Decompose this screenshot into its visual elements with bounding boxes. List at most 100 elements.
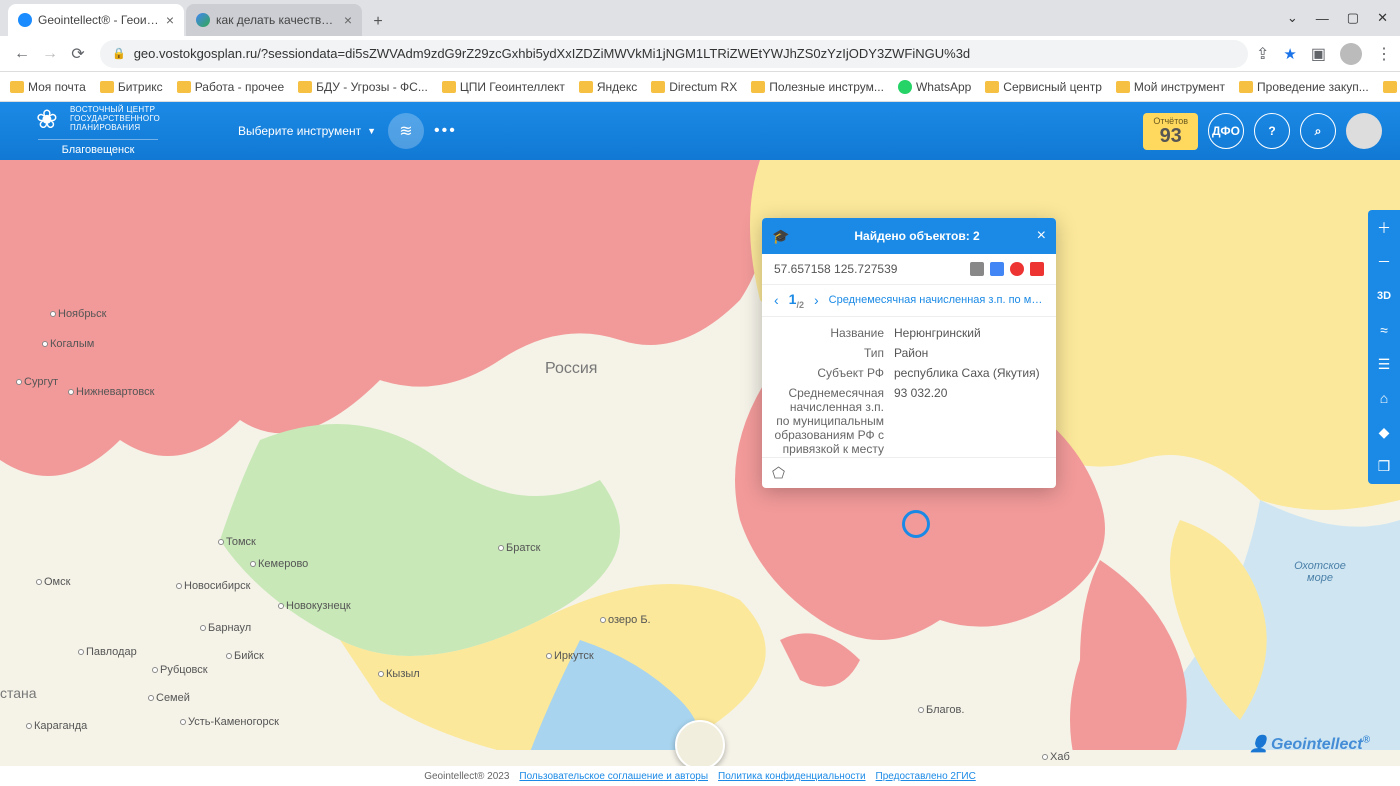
popup-coords: 57.657158 125.727539	[762, 254, 1056, 285]
tab-label: как делать качественные сним	[216, 13, 338, 27]
more-menu[interactable]: •••	[434, 122, 457, 140]
bookmark-item[interactable]: Directum RX	[651, 80, 737, 94]
bookmark-item[interactable]: Проведение закуп...	[1239, 80, 1369, 94]
ruler-icon[interactable]: ≈	[1372, 320, 1396, 340]
window-controls: ⌄ — ▢ ✕	[1275, 0, 1400, 36]
map-marker[interactable]	[902, 510, 930, 538]
bookmark-star-icon[interactable]: ★	[1283, 45, 1296, 63]
folder-icon	[751, 81, 765, 93]
reports-badge[interactable]: Отчётов 93	[1143, 113, 1198, 150]
dfo-button[interactable]: ДФО	[1208, 113, 1244, 149]
folder-icon	[298, 81, 312, 93]
browser-tab[interactable]: как делать качественные сним ×	[186, 4, 362, 36]
forward-button[interactable]: →	[36, 40, 64, 68]
folder-icon	[1239, 81, 1253, 93]
url-text: geo.vostokgosplan.ru/?sessiondata=di5sZW…	[134, 46, 970, 61]
popup-footer: ⬠	[762, 457, 1056, 488]
layers-icon[interactable]: ☰	[1372, 354, 1396, 374]
chart-icon[interactable]: ⌂	[1372, 388, 1396, 408]
chevron-down-icon: ▼	[367, 126, 376, 136]
popup-header: 🎓 Найдено объектов: 2 ×	[762, 218, 1056, 254]
folder-icon	[651, 81, 665, 93]
help-button[interactable]: ?	[1254, 113, 1290, 149]
footer-link[interactable]: Политика конфиденциальности	[718, 771, 866, 782]
basemap-switcher[interactable]	[675, 720, 725, 770]
prev-button[interactable]: ‹	[774, 292, 779, 308]
city-label: Благовещенск	[38, 139, 158, 156]
bookmark-item[interactable]: Битрикс	[100, 80, 163, 94]
footer-link[interactable]: Пользовательское соглашение и авторы	[519, 771, 708, 782]
yandex-maps-icon[interactable]	[1010, 262, 1024, 276]
reports-count: 93	[1153, 126, 1188, 146]
property-row: НазваниеНерюнгринский	[774, 323, 1052, 343]
reload-button[interactable]: ⟳	[64, 40, 92, 68]
copyright: Geointellect® 2023	[424, 771, 509, 782]
popup-pager: ‹ 1/2 › Среднемесячная начисленная з.п. …	[762, 285, 1056, 317]
layer-link[interactable]: Среднемесячная начисленная з.п. по мун.о…	[829, 294, 1044, 306]
layers-button[interactable]: ≋	[388, 113, 424, 149]
bookmark-item[interactable]: Моя почта	[10, 80, 86, 94]
bookmark-item[interactable]: Яндекс	[579, 80, 637, 94]
bookmark-item[interactable]: Грамотность	[1383, 80, 1400, 94]
popup-body[interactable]: НазваниеНерюнгринский ТипРайон Субъект Р…	[762, 317, 1056, 457]
tag-icon[interactable]: ◆	[1372, 422, 1396, 442]
user-avatar[interactable]	[1346, 113, 1382, 149]
stack-icon[interactable]: ❒	[1372, 456, 1396, 476]
browser-tab-active[interactable]: Geointellect® - Геоинформацио ×	[8, 4, 184, 36]
tab-close-icon[interactable]: ×	[344, 12, 352, 28]
brand-watermark: 👤Geointellect®	[1249, 734, 1370, 754]
map-side-tools: ＋ － 3D ≈ ☰ ⌂ ◆ ❒	[1368, 210, 1400, 484]
app-header: ВОСТОЧНЫЙ ЦЕНТР ГОСУДАРСТВЕННОГО ПЛАНИРО…	[0, 102, 1400, 160]
bookmark-item[interactable]: ЦПИ Геоинтеллект	[442, 80, 565, 94]
zoom-in-button[interactable]: ＋	[1372, 218, 1396, 238]
pin-icon[interactable]: ⬠	[772, 465, 785, 482]
maximize-icon[interactable]: ▢	[1347, 10, 1359, 26]
bookmarks-bar: Моя почта Битрикс Работа - прочее БДУ - …	[0, 72, 1400, 102]
bookmark-item[interactable]: Работа - прочее	[177, 80, 284, 94]
bookmark-item[interactable]: Полезные инструм...	[751, 80, 884, 94]
browser-tabbar: Geointellect® - Геоинформацио × как дела…	[0, 0, 1400, 36]
next-button[interactable]: ›	[814, 292, 819, 308]
search-button[interactable]: ⌕	[1300, 113, 1336, 149]
logo-icon	[36, 106, 62, 132]
folder-icon	[177, 81, 191, 93]
property-row: Среднемесячная начисленная з.п. по муниц…	[774, 383, 1052, 457]
google-maps-icon[interactable]	[990, 262, 1004, 276]
bookmark-item[interactable]: БДУ - Угрозы - ФС...	[298, 80, 428, 94]
share-icon[interactable]: ⇪	[1256, 44, 1269, 64]
new-tab-button[interactable]: +	[364, 8, 392, 36]
folder-icon	[10, 81, 24, 93]
property-row: ТипРайон	[774, 343, 1052, 363]
page-indicator: 1/2	[789, 291, 804, 310]
menu-icon[interactable]: ⋮	[1376, 44, 1392, 64]
profile-avatar[interactable]	[1340, 43, 1362, 65]
copy-icon[interactable]	[970, 262, 984, 276]
map-canvas[interactable]: Россия Монголия стана Охотское море Нояб…	[0, 160, 1400, 786]
3d-button[interactable]: 3D	[1372, 286, 1396, 306]
logo[interactable]: ВОСТОЧНЫЙ ЦЕНТР ГОСУДАРСТВЕННОГО ПЛАНИРО…	[18, 106, 178, 155]
close-window-icon[interactable]: ✕	[1377, 10, 1388, 26]
select-tool-dropdown[interactable]: Выберите инструмент ▼	[238, 124, 376, 138]
minimize-icon[interactable]: —	[1316, 11, 1329, 26]
chevron-down-icon[interactable]: ⌄	[1287, 10, 1298, 26]
folder-icon	[1383, 81, 1397, 93]
map-background	[0, 160, 1400, 786]
favicon-icon	[196, 13, 210, 27]
bookmark-item[interactable]: WhatsApp	[898, 80, 971, 94]
back-button[interactable]: ←	[8, 40, 36, 68]
search-icon: ⌕	[1315, 124, 1322, 139]
bookmark-item[interactable]: Сервисный центр	[985, 80, 1102, 94]
coords-text: 57.657158 125.727539	[774, 262, 970, 276]
footer-link[interactable]: Предоставлено 2ГИС	[876, 771, 976, 782]
popup-close-icon[interactable]: ×	[1037, 227, 1046, 245]
zoom-out-button[interactable]: －	[1372, 252, 1396, 272]
folder-icon	[100, 81, 114, 93]
extensions-icon[interactable]: ▣	[1311, 44, 1326, 64]
address-bar: ← → ⟳ 🔒 geo.vostokgosplan.ru/?sessiondat…	[0, 36, 1400, 72]
property-row: Субъект РФреспублика Саха (Якутия)	[774, 363, 1052, 383]
bookmark-item[interactable]: Мой инструмент	[1116, 80, 1225, 94]
omnibox[interactable]: 🔒 geo.vostokgosplan.ru/?sessiondata=di5s…	[100, 40, 1248, 68]
folder-icon	[442, 81, 456, 93]
tab-close-icon[interactable]: ×	[166, 12, 174, 28]
other-map-icon[interactable]	[1030, 262, 1044, 276]
